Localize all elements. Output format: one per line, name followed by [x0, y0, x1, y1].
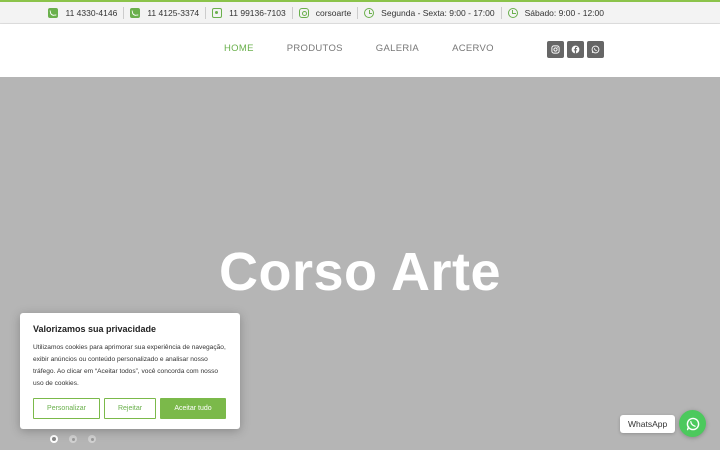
clock-icon — [507, 7, 518, 18]
divider — [500, 6, 502, 19]
nav-acervo[interactable]: ACERVO — [452, 43, 494, 54]
slider-pagination — [50, 435, 96, 443]
nav-home[interactable]: HOME — [224, 43, 254, 54]
social-links — [547, 41, 604, 58]
instagram-text: corsoarte — [315, 7, 352, 18]
nav-produtos[interactable]: PRODUTOS — [287, 43, 343, 54]
phone-2[interactable]: 11 4125-3374 — [126, 7, 203, 18]
hours-weekdays: Segunda - Sexta: 9:00 - 17:00 — [360, 7, 498, 18]
phone-2-text: 11 4125-3374 — [147, 7, 200, 18]
whatsapp-text: 11 99136-7103 — [229, 7, 286, 18]
divider — [291, 6, 293, 19]
customize-button[interactable]: Personalizar — [33, 398, 100, 419]
phone-icon — [130, 7, 141, 18]
phone-1-text: 11 4330-4146 — [65, 7, 118, 18]
slider-dot-3[interactable] — [88, 435, 96, 443]
nav-galeria[interactable]: GALERIA — [376, 43, 419, 54]
divider — [357, 6, 359, 19]
reject-button[interactable]: Rejeitar — [104, 398, 156, 419]
cookie-actions: Personalizar Rejeitar Aceitar tudo — [33, 398, 226, 419]
whatsapp-contact[interactable]: 11 99136-7103 — [208, 7, 290, 18]
instagram-icon — [298, 7, 309, 18]
cookie-title: Valorizamos sua privacidade — [33, 324, 157, 334]
slider-dot-2[interactable] — [69, 435, 77, 443]
whatsapp-widget-label[interactable]: WhatsApp — [620, 415, 676, 433]
phone-1[interactable]: 11 4330-4146 — [44, 7, 121, 18]
whatsapp-icon — [212, 7, 223, 18]
whatsapp-float-button[interactable] — [679, 410, 706, 437]
instagram-contact[interactable]: corsoarte — [295, 7, 355, 18]
hero-title: Corso Arte — [218, 242, 502, 302]
cookie-text: Utilizamos cookies para aprimorar sua ex… — [33, 344, 226, 387]
divider — [123, 6, 125, 19]
whatsapp-icon[interactable] — [587, 41, 604, 58]
top-info-bar: 11 4330-4146 11 4125-3374 11 99136-7103 … — [0, 0, 720, 24]
whatsapp-icon — [686, 417, 699, 430]
phone-icon — [48, 7, 59, 18]
divider — [205, 6, 207, 19]
accept-all-button[interactable]: Aceitar tudo — [160, 398, 226, 419]
clock-icon — [364, 7, 375, 18]
main-nav: HOME PRODUTOS GALERIA ACERVO — [224, 43, 527, 54]
hours-weekdays-text: Segunda - Sexta: 9:00 - 17:00 — [381, 7, 495, 18]
cookie-consent-banner: Valorizamos sua privacidade Utilizamos c… — [20, 313, 240, 429]
hours-saturday-text: Sábado: 9:00 - 12:00 — [524, 7, 604, 18]
hours-saturday: Sábado: 9:00 - 12:00 — [504, 7, 608, 18]
slider-dot-1[interactable] — [50, 435, 58, 443]
site-header: HOME PRODUTOS GALERIA ACERVO — [0, 24, 720, 77]
facebook-icon[interactable] — [567, 41, 584, 58]
instagram-icon[interactable] — [547, 41, 564, 58]
